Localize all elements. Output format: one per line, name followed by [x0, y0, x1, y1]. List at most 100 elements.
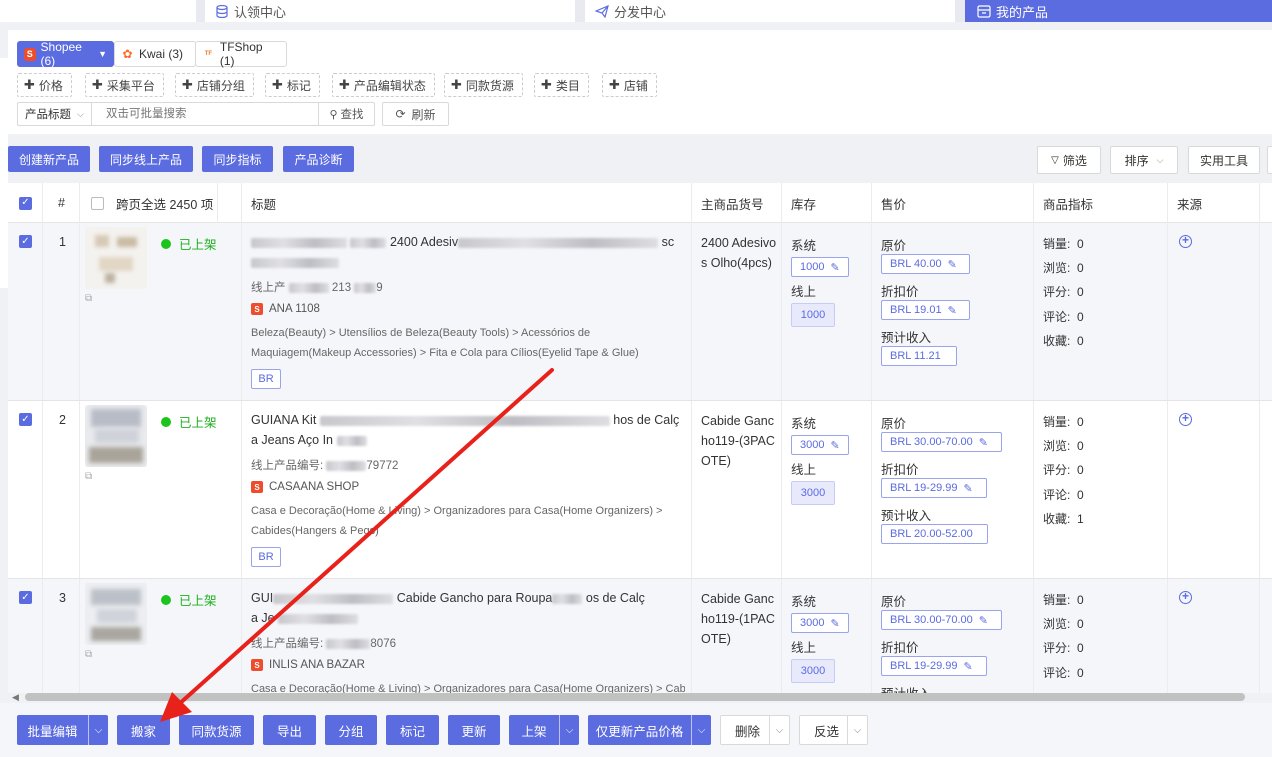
title-text: GUI: [251, 591, 274, 605]
export-button[interactable]: 导出: [263, 715, 316, 745]
product-thumbnail[interactable]: [85, 227, 147, 289]
cell-select: ✓: [8, 579, 43, 693]
row-checkbox[interactable]: ✓: [19, 591, 32, 604]
update-price-button[interactable]: 仅更新产品价格 ⌵: [588, 715, 711, 745]
metric-views: 浏览: 0: [1043, 261, 1084, 275]
shop-filter-kwai[interactable]: ✿ Kwai (3): [114, 41, 196, 67]
create-product-button[interactable]: 创建新产品: [8, 146, 90, 172]
cell-sku: Cabide Gancho119-(1PACOTE): [692, 579, 782, 693]
header-cross-page-select[interactable]: 跨页全选 2450 项: [80, 183, 218, 223]
filter-chip-store[interactable]: ✚ 店铺: [602, 73, 657, 97]
cell-metrics: 销量: 0 浏览: 0 评分: 0 评论: 0 收藏: 1: [1034, 401, 1168, 578]
add-source-icon[interactable]: +: [1179, 590, 1192, 604]
price-discount-input[interactable]: BRL 19-29.99 ✎: [881, 478, 987, 498]
filter-chip-edit-status[interactable]: ✚ 产品编辑状态: [332, 73, 435, 97]
filter-chip-price[interactable]: ✚ 价格: [17, 73, 72, 97]
cross-page-checkbox[interactable]: [91, 196, 104, 210]
tab-blank[interactable]: [0, 0, 196, 22]
table-row[interactable]: ✓ 2 ⧉ 已上架 GUIANA Kit hos de Calç a Jeans…: [8, 401, 1272, 579]
refresh-icon: ⟳: [395, 107, 406, 121]
mark-button[interactable]: 标记: [386, 715, 439, 745]
search-button[interactable]: ⚲ 查找: [318, 103, 374, 125]
filter-chip-mark[interactable]: ✚ 标记: [265, 73, 320, 97]
copy-icon[interactable]: ⧉: [85, 293, 92, 304]
delete-button[interactable]: 删除 ⌵: [720, 715, 790, 745]
tab-claim-center[interactable]: 认领中心: [205, 0, 575, 22]
table-row[interactable]: ✓ 3 ⧉ 已上架 GUI Cabide Gancho para Roupa o…: [8, 579, 1272, 693]
filter-chip-same-source[interactable]: ✚ 同款货源: [444, 73, 523, 97]
shop-name: S ANA 1108: [251, 303, 320, 315]
filter-chip-label: 采集平台: [106, 78, 155, 93]
update-button[interactable]: 更新: [448, 715, 500, 745]
search-field-select[interactable]: 产品标题 ⌵: [18, 103, 92, 125]
price-original-input[interactable]: BRL 30.00-70.00 ✎: [881, 610, 1002, 630]
row-checkbox[interactable]: ✓: [19, 413, 32, 426]
shop-name-label: INLIS ANA BAZAR: [269, 659, 365, 671]
copy-icon[interactable]: ⧉: [85, 649, 92, 660]
horizontal-scrollbar[interactable]: [25, 693, 1245, 701]
batch-edit-button[interactable]: 批量编辑 ⌵: [17, 715, 108, 745]
price-original-input[interactable]: BRL 30.00-70.00 ✎: [881, 432, 1002, 452]
plus-icon: ✚: [609, 77, 620, 92]
cell-metrics: 销量: 0 浏览: 0 评分: 0 评论: 0: [1034, 579, 1168, 693]
metric-views: 浏览: 0: [1043, 617, 1084, 631]
chevron-down-icon[interactable]: ⌵: [769, 716, 789, 744]
table-row[interactable]: ✓ 1 ⧉ 已上架 2400 Adesiv sc 线上产 213 9 S ANA …: [8, 223, 1272, 401]
scroll-left-arrow[interactable]: ◀: [12, 692, 19, 703]
filter-chip-platform[interactable]: ✚ 采集平台: [85, 73, 164, 97]
cell-source: +: [1168, 223, 1260, 400]
publish-button[interactable]: 上架 ⌵: [509, 715, 579, 745]
product-title[interactable]: GUIANA Kit hos de Calç: [251, 413, 679, 427]
tools-button[interactable]: 实用工具: [1188, 146, 1260, 174]
stock-system-input[interactable]: 3000 ✎: [791, 613, 849, 633]
sku-text: Cabide Gancho119-(1PACOTE): [701, 592, 775, 646]
sync-metrics-button[interactable]: 同步指标: [202, 146, 273, 172]
chevron-down-icon[interactable]: ⌵: [847, 716, 867, 744]
product-title[interactable]: 2400 Adesiv sc: [251, 235, 674, 249]
more-button[interactable]: [1267, 146, 1272, 174]
filter-chip-label: 价格: [38, 78, 63, 93]
sort-button[interactable]: 排序 ⌵: [1110, 146, 1178, 174]
cell-stock: 系统 3000 ✎ 线上 3000: [782, 579, 872, 693]
sync-online-button[interactable]: 同步线上产品: [99, 146, 193, 172]
tab-my-products[interactable]: 我的产品: [965, 0, 1272, 22]
send-icon: [595, 4, 609, 18]
shop-filter-tfshop[interactable]: TF TFShop (1): [195, 40, 287, 68]
plus-icon: ✚: [451, 77, 462, 92]
stock-system-input[interactable]: 3000 ✎: [791, 435, 849, 455]
price-income-label: 预计收入: [881, 683, 931, 693]
product-thumbnail[interactable]: [85, 583, 147, 645]
diagnose-button[interactable]: 产品诊断: [283, 146, 354, 172]
price-original-input[interactable]: BRL 40.00 ✎: [881, 254, 970, 274]
refresh-button[interactable]: ⟳ 刷新: [382, 102, 449, 126]
search-input[interactable]: [92, 103, 318, 125]
product-title[interactable]: GUI Cabide Gancho para Roupa os de Calç: [251, 591, 645, 605]
same-source-button[interactable]: 同款货源: [179, 715, 254, 745]
filter-button[interactable]: ▽ 筛选: [1037, 146, 1101, 174]
product-thumbnail[interactable]: [85, 405, 147, 467]
online-id-label: 线上产品编号:: [251, 638, 324, 650]
chevron-down-icon[interactable]: ⌵: [691, 715, 711, 745]
chevron-down-icon[interactable]: ⌵: [88, 715, 108, 745]
header-select-cell: ✓: [8, 183, 43, 223]
copy-icon[interactable]: ⧉: [85, 471, 92, 482]
delete-label: 删除: [735, 724, 761, 739]
title-text: Cabide Gancho para Roupa: [396, 591, 553, 605]
group-button[interactable]: 分组: [325, 715, 377, 745]
row-checkbox[interactable]: ✓: [19, 235, 32, 248]
filter-chip-shop-group[interactable]: ✚ 店铺分组: [175, 73, 254, 97]
metric-reviews: 评论: 0: [1043, 488, 1084, 502]
shop-filter-shopee[interactable]: S Shopee (6) ▼: [17, 40, 114, 68]
move-button[interactable]: 搬家: [117, 715, 170, 745]
tab-label: 我的产品: [996, 4, 1049, 20]
add-source-icon[interactable]: +: [1179, 412, 1192, 426]
stock-system-input[interactable]: 1000 ✎: [791, 257, 849, 277]
invert-select-button[interactable]: 反选 ⌵: [799, 715, 868, 745]
tab-distribution-center[interactable]: 分发中心: [585, 0, 955, 22]
price-discount-input[interactable]: BRL 19.01 ✎: [881, 300, 970, 320]
chevron-down-icon[interactable]: ⌵: [559, 715, 579, 745]
filter-chip-category[interactable]: ✚ 类目: [534, 73, 589, 97]
select-all-checkbox[interactable]: ✓: [19, 196, 32, 210]
price-discount-input[interactable]: BRL 19-29.99 ✎: [881, 656, 987, 676]
add-source-icon[interactable]: +: [1179, 234, 1192, 248]
